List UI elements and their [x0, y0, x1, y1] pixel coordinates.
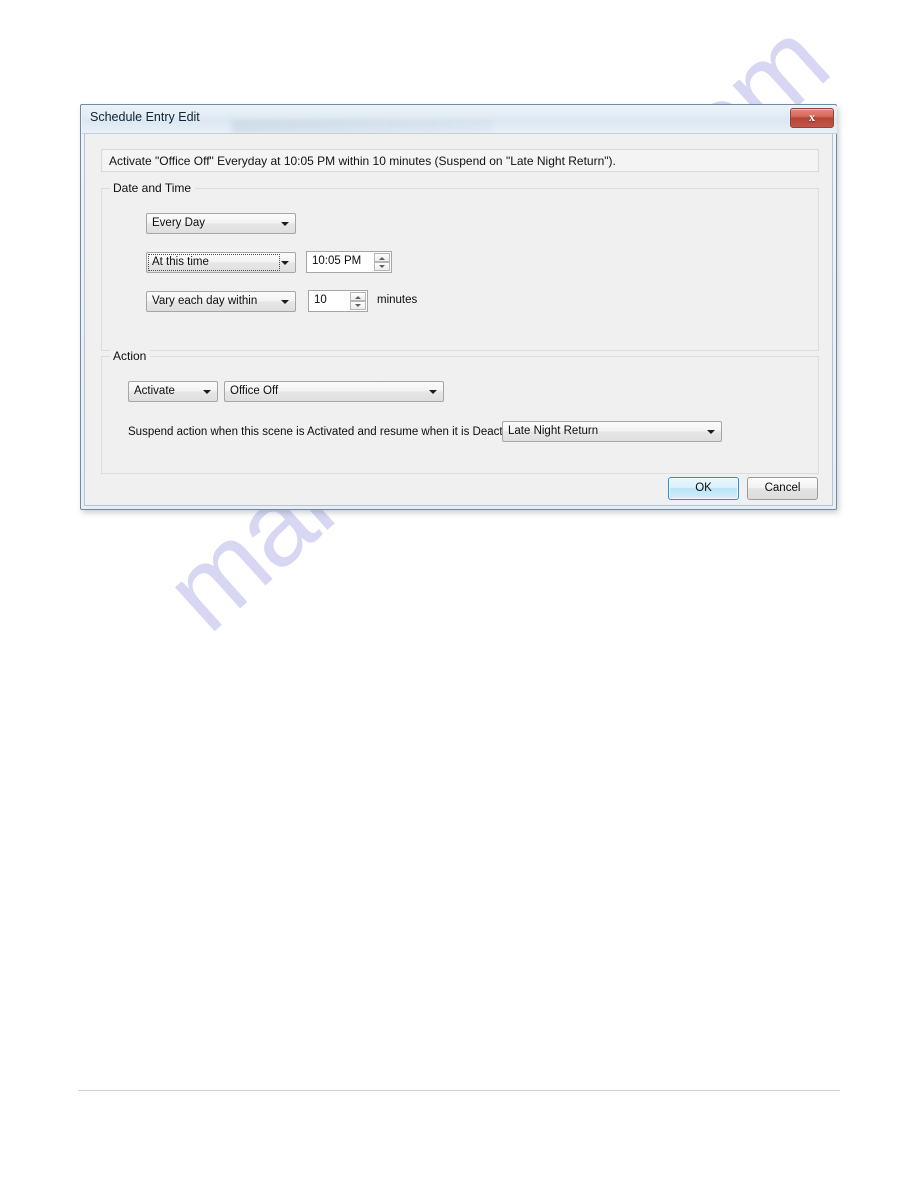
- schedule-entry-edit-dialog: Schedule Entry Edit x Activate "Office O…: [80, 104, 837, 510]
- date-and-time-legend: Date and Time: [110, 181, 196, 195]
- time-input[interactable]: 10:05 PM: [306, 251, 392, 273]
- minutes-unit-label: minutes: [377, 294, 418, 306]
- vary-minutes-stepper[interactable]: [350, 292, 366, 310]
- recurrence-select[interactable]: Every Day: [146, 213, 296, 234]
- page-footer-rule: [78, 1090, 840, 1091]
- vary-minutes-value: 10: [314, 294, 327, 306]
- time-stepper-down-icon[interactable]: [374, 262, 390, 271]
- vary-minutes-input[interactable]: 10: [308, 290, 368, 312]
- cancel-button[interactable]: Cancel: [747, 477, 818, 500]
- dialog-title: Schedule Entry Edit: [90, 110, 200, 124]
- recurrence-value: Every Day: [152, 217, 206, 229]
- action-type-select[interactable]: Activate: [128, 381, 218, 402]
- vary-mode-select[interactable]: Vary each day within: [146, 291, 296, 312]
- close-icon[interactable]: x: [790, 108, 834, 128]
- dialog-titlebar[interactable]: Schedule Entry Edit x: [82, 106, 837, 134]
- vary-minutes-stepper-down-icon[interactable]: [350, 301, 366, 310]
- action-group: Action Activate Office Off Suspend actio…: [101, 349, 819, 474]
- dialog-client-area: Activate "Office Off" Everyday at 10:05 …: [85, 134, 832, 505]
- scene-value: Office Off: [230, 385, 279, 397]
- ok-button[interactable]: OK: [668, 477, 739, 500]
- chevron-down-icon: [281, 261, 289, 265]
- scene-select[interactable]: Office Off: [224, 381, 444, 402]
- chevron-down-icon: [281, 300, 289, 304]
- close-glyph: x: [809, 110, 815, 124]
- chevron-down-icon: [203, 390, 211, 394]
- action-legend: Action: [110, 349, 151, 363]
- action-type-value: Activate: [134, 385, 175, 397]
- suspend-scene-value: Late Night Return: [508, 425, 599, 437]
- vary-mode-value: Vary each day within: [152, 295, 258, 307]
- date-and-time-group: Date and Time Every Day At this time 10:…: [101, 181, 819, 351]
- time-stepper[interactable]: [374, 253, 390, 271]
- time-mode-value: At this time: [152, 256, 209, 268]
- time-input-value: 10:05 PM: [312, 255, 362, 267]
- suspend-scene-select[interactable]: Late Night Return: [502, 421, 722, 442]
- chevron-down-icon: [281, 222, 289, 226]
- suspend-action-label: Suspend action when this scene is Activa…: [128, 426, 537, 438]
- vary-minutes-stepper-up-icon[interactable]: [350, 292, 366, 301]
- dialog-frame: Schedule Entry Edit x Activate "Office O…: [82, 106, 837, 506]
- schedule-summary-text: Activate "Office Off" Everyday at 10:05 …: [101, 149, 819, 172]
- chevron-down-icon: [707, 430, 715, 434]
- time-mode-select[interactable]: At this time: [146, 252, 296, 273]
- chevron-down-icon: [429, 390, 437, 394]
- time-stepper-up-icon[interactable]: [374, 253, 390, 262]
